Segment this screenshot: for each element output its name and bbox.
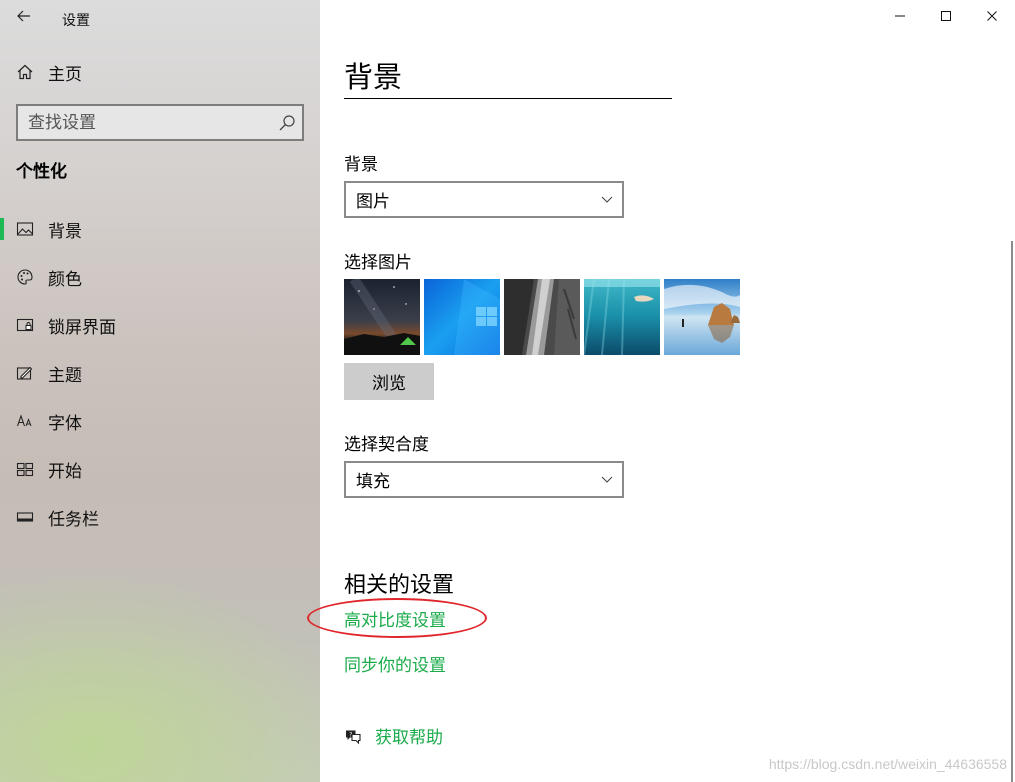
back-button[interactable] — [8, 2, 40, 30]
sidebar-item-label: 字体 — [48, 413, 82, 434]
sidebar-item-fonts[interactable]: 字体 — [0, 397, 320, 445]
search-input[interactable] — [28, 112, 268, 133]
get-help[interactable]: ? 获取帮助 — [344, 723, 443, 748]
theme-icon — [16, 366, 33, 380]
picture-thumbnail[interactable] — [584, 279, 660, 355]
picture-icon — [16, 222, 34, 236]
sidebar-item-label: 开始 — [48, 461, 82, 482]
search-box[interactable] — [16, 104, 304, 141]
sidebar-item-home[interactable]: 主页 — [16, 60, 82, 85]
maximize-icon — [941, 11, 951, 21]
app-title: 设置 — [62, 13, 90, 29]
search-icon[interactable] — [278, 114, 296, 132]
rock-waterfall-image — [504, 279, 580, 355]
sidebar-item-start[interactable]: 开始 — [0, 445, 320, 493]
sidebar-item-label: 任务栏 — [48, 509, 99, 530]
get-help-label: 获取帮助 — [375, 728, 443, 748]
sidebar-item-colors[interactable]: 颜色 — [0, 253, 320, 301]
help-chat-icon: ? — [346, 730, 361, 744]
minimize-icon — [895, 15, 905, 17]
page-title: 背景 — [344, 60, 403, 94]
browse-button[interactable]: 浏览 — [344, 363, 434, 400]
back-arrow-icon — [17, 10, 30, 22]
watermark: https://blog.csdn.net/weixin_44636558 — [768, 756, 1007, 772]
sidebar-item-label: 锁屏界面 — [48, 317, 116, 338]
maximize-button[interactable] — [923, 0, 969, 32]
fit-dropdown[interactable]: 填充 — [344, 461, 624, 498]
sidebar-item-label: 颜色 — [48, 269, 82, 290]
section-title: 个性化 — [16, 162, 67, 182]
annotation-circle — [307, 598, 487, 638]
sidebar-nav: 背景 颜色 锁屏界面 主题 字体 开始 任务栏 — [0, 205, 320, 541]
fit-dropdown-value: 填充 — [356, 472, 390, 492]
close-button[interactable] — [969, 0, 1015, 32]
beach-rock-image — [664, 279, 740, 355]
picture-thumbnail[interactable] — [424, 279, 500, 355]
taskbar-icon — [16, 512, 34, 522]
choose-picture-label: 选择图片 — [344, 253, 412, 273]
sidebar-item-taskbar[interactable]: 任务栏 — [0, 493, 320, 541]
title-underline — [344, 98, 672, 99]
sidebar-item-lock-screen[interactable]: 锁屏界面 — [0, 301, 320, 349]
sync-settings-link[interactable]: 同步你的设置 — [344, 651, 446, 676]
picture-thumbnail[interactable] — [504, 279, 580, 355]
start-icon — [16, 462, 34, 477]
picture-thumbnails — [344, 279, 740, 355]
underwater-image — [584, 279, 660, 355]
sidebar-item-label: 背景 — [48, 221, 82, 242]
sidebar: 设置 主页 个性化 背景 颜色 — [0, 0, 320, 782]
picture-thumbnail[interactable] — [344, 279, 420, 355]
close-icon — [987, 11, 997, 21]
chevron-down-icon — [601, 196, 613, 203]
related-settings-title: 相关的设置 — [344, 573, 455, 598]
minimize-button[interactable] — [877, 0, 923, 32]
background-dropdown[interactable]: 图片 — [344, 181, 624, 218]
background-label: 背景 — [344, 155, 378, 175]
font-icon — [16, 414, 32, 427]
fit-label: 选择契合度 — [344, 435, 429, 455]
windows-logo-image — [424, 279, 500, 355]
window-controls — [877, 0, 1015, 32]
svg-text:?: ? — [349, 731, 352, 738]
scrollbar[interactable] — [1011, 241, 1013, 782]
sidebar-item-background[interactable]: 背景 — [0, 205, 320, 253]
home-label: 主页 — [48, 64, 82, 85]
lock-screen-icon — [16, 318, 34, 332]
home-icon — [17, 64, 33, 80]
picture-thumbnail[interactable] — [664, 279, 740, 355]
chevron-down-icon — [601, 476, 613, 483]
sidebar-item-label: 主题 — [48, 365, 82, 386]
sidebar-item-themes[interactable]: 主题 — [0, 349, 320, 397]
night-sky-image — [344, 279, 420, 355]
palette-icon — [17, 269, 33, 285]
background-dropdown-value: 图片 — [356, 192, 390, 212]
